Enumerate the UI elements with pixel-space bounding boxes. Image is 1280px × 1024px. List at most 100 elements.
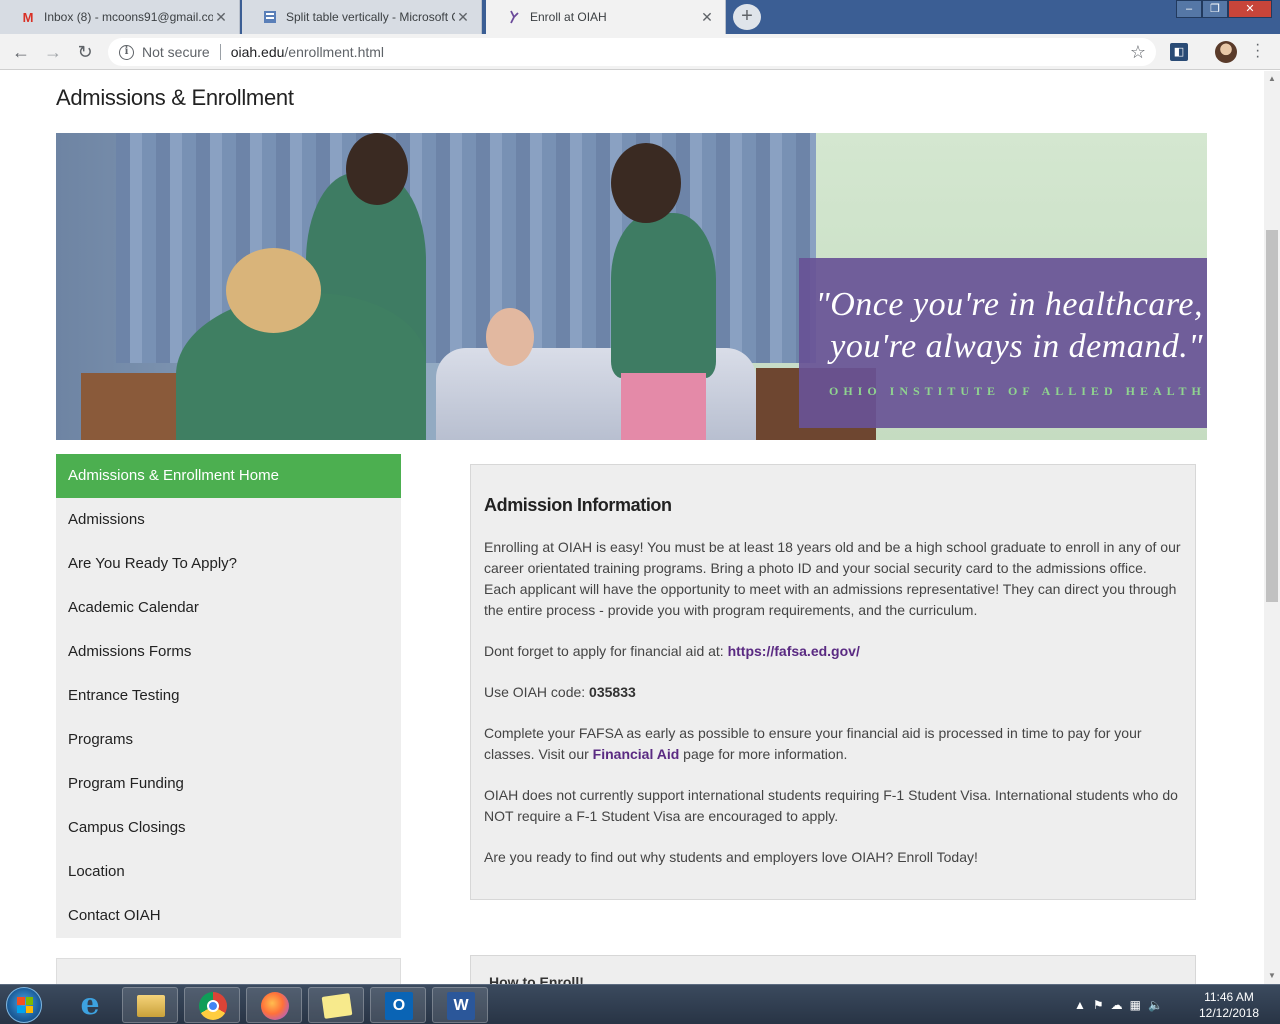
extension-icon[interactable]: ◧ <box>1170 43 1188 61</box>
scroll-down-icon[interactable]: ▼ <box>1264 968 1280 984</box>
minimize-icon[interactable]: – <box>1176 0 1202 18</box>
sidebar-item-academic-calendar[interactable]: Academic Calendar <box>56 586 401 630</box>
manikin-head <box>486 308 534 366</box>
quote-line: "Once you're in healthcare, <box>815 286 1203 323</box>
address-bar[interactable]: i Not secure oiah.edu/enrollment.html ☆ <box>108 38 1156 66</box>
bookmark-star-icon[interactable]: ☆ <box>1130 42 1146 63</box>
forward-icon[interactable]: → <box>41 40 65 64</box>
chrome-icon <box>199 992 227 1020</box>
panel-heading: Admission Information <box>484 495 672 515</box>
window-close-icon[interactable]: ✕ <box>1228 0 1272 18</box>
windows-taskbar: e O W ▲ ⚑ ☁ ▦ 🔈 11:46 AM 12/12/2018 <box>0 984 1280 1024</box>
info-text: page for more information. <box>679 746 848 762</box>
page-viewport: Admissions & Enrollment "Once you're in … <box>0 71 1264 984</box>
sidebar-item-admissions-enrollment-home[interactable]: Admissions & Enrollment Home <box>56 454 401 498</box>
start-button[interactable] <box>6 987 42 1023</box>
reload-icon[interactable]: ↻ <box>73 40 97 64</box>
info-paragraph: Use OIAH code: 035833 <box>484 682 1182 703</box>
tab-title: Inbox (8) - mcoons91@gmail.com <box>44 10 213 24</box>
how-to-enroll-panel: How to Enroll! <box>470 955 1196 984</box>
info-paragraph: Are you ready to find out why students a… <box>484 849 978 865</box>
show-hidden-icons-icon[interactable]: ▲ <box>1074 998 1086 1012</box>
action-center-flag-icon[interactable]: ⚑ <box>1093 998 1104 1012</box>
restore-icon[interactable]: ❐ <box>1202 0 1228 18</box>
scroll-thumb[interactable] <box>1266 230 1278 602</box>
close-icon[interactable]: ✕ <box>699 9 715 26</box>
firefox-icon <box>261 992 289 1020</box>
quote-overlay: "Once you're in healthcare, you're alway… <box>799 258 1207 428</box>
close-icon[interactable]: ✕ <box>455 9 471 26</box>
clock-date: 12/12/2018 <box>1198 1006 1260 1020</box>
fafsa-link[interactable]: https://fafsa.ed.gov/ <box>728 643 860 659</box>
close-icon[interactable]: ✕ <box>213 9 229 26</box>
sidebar-item-location[interactable]: Location <box>56 850 401 894</box>
info-paragraph: Complete your FAFSA as early as possible… <box>484 723 1182 765</box>
institute-name: OHIO INSTITUTE OF ALLIED HEALTH <box>829 384 1206 398</box>
browser-toolbar: ← → ↻ i Not secure oiah.edu/enrollment.h… <box>0 34 1280 70</box>
nurse-head <box>226 248 321 333</box>
tab-title: Enroll at OIAH <box>530 10 607 24</box>
back-icon[interactable]: ← <box>9 40 33 64</box>
new-tab-button[interactable]: + <box>733 4 761 30</box>
sidebar-item-campus-closings[interactable]: Campus Closings <box>56 806 401 850</box>
menu-dots-icon[interactable]: · · · <box>1255 37 1260 65</box>
financial-aid-link[interactable]: Financial Aid <box>593 746 680 762</box>
security-label: Not secure <box>142 44 210 60</box>
info-paragraph: Dont forget to apply for financial aid a… <box>484 641 1182 662</box>
onedrive-icon[interactable]: ☁ <box>1111 998 1123 1012</box>
word-icon: W <box>447 992 475 1020</box>
url-host: oiah.edu <box>230 44 285 60</box>
taskbar-ie[interactable]: e <box>62 987 118 1023</box>
scroll-up-icon[interactable]: ▲ <box>1264 71 1280 87</box>
admission-info-panel: Admission Information Enrolling at OIAH … <box>470 464 1196 900</box>
url-path: /enrollment.html <box>284 44 385 60</box>
tab-microsoft[interactable]: Split table vertically - Microsoft C ✕ <box>242 0 482 34</box>
tab-oiah[interactable]: Enroll at OIAH ✕ <box>486 0 726 34</box>
taskbar-firefox[interactable] <box>246 987 302 1023</box>
page-title: Admissions & Enrollment <box>56 85 294 110</box>
clock-time: 11:46 AM <box>1204 990 1254 1004</box>
network-icon[interactable]: ▦ <box>1130 998 1141 1012</box>
info-text: Use OIAH code: <box>484 684 590 700</box>
sidebar-item-admissions[interactable]: Admissions <box>56 498 401 542</box>
sidebar-secondary-box <box>56 958 401 984</box>
window-controls: – ❐ ✕ <box>1176 0 1272 18</box>
nurse-head <box>346 133 408 205</box>
page-scrollbar[interactable]: ▲ ▼ <box>1264 71 1280 984</box>
oiah-code: 035833 <box>589 684 636 700</box>
sidebar-item-ready-to-apply[interactable]: Are You Ready To Apply? <box>56 542 401 586</box>
sidebar-item-contact[interactable]: Contact OIAH <box>56 894 401 938</box>
volume-icon[interactable]: 🔈 <box>1148 998 1163 1012</box>
system-tray: ▲ ⚑ ☁ ▦ 🔈 <box>1074 985 1163 1024</box>
taskbar-sticky-notes[interactable] <box>308 987 364 1023</box>
quote-line: you're always in demand." <box>830 328 1203 365</box>
info-text: Dont forget to apply for financial aid a… <box>484 643 728 659</box>
windows-logo-icon <box>17 997 33 1013</box>
sidebar-item-admissions-forms[interactable]: Admissions Forms <box>56 630 401 674</box>
file-explorer-icon <box>137 995 165 1017</box>
internet-explorer-icon: e <box>80 987 100 1022</box>
separator <box>219 44 221 60</box>
taskbar-outlook[interactable]: O <box>370 987 426 1023</box>
profile-avatar[interactable] <box>1215 41 1237 63</box>
gmail-icon: M <box>22 9 34 25</box>
tab-gmail[interactable]: M Inbox (8) - mcoons91@gmail.com ✕ <box>0 0 240 34</box>
nurse-figure <box>621 373 706 440</box>
nurse-figure <box>611 213 716 378</box>
taskbar-word[interactable]: W <box>432 987 488 1023</box>
panel-heading: How to Enroll! <box>489 974 584 984</box>
sidebar-item-program-funding[interactable]: Program Funding <box>56 762 401 806</box>
info-paragraph: OIAH does not currently support internat… <box>484 787 1178 824</box>
oiah-icon <box>506 9 522 25</box>
nurse-head <box>611 143 681 223</box>
taskbar-file-explorer[interactable] <box>122 987 178 1023</box>
system-clock[interactable]: 11:46 AM 12/12/2018 <box>1194 989 1264 1021</box>
sticky-notes-icon <box>321 993 353 1019</box>
browser-tab-strip: M Inbox (8) - mcoons91@gmail.com ✕ Split… <box>0 0 1280 34</box>
sidebar-nav: Admissions & Enrollment Home Admissions … <box>56 454 401 938</box>
info-icon[interactable]: i <box>119 44 134 60</box>
sidebar-item-entrance-testing[interactable]: Entrance Testing <box>56 674 401 718</box>
info-paragraph: Enrolling at OIAH is easy! You must be a… <box>484 539 1181 618</box>
sidebar-item-programs[interactable]: Programs <box>56 718 401 762</box>
taskbar-chrome[interactable] <box>184 987 240 1023</box>
